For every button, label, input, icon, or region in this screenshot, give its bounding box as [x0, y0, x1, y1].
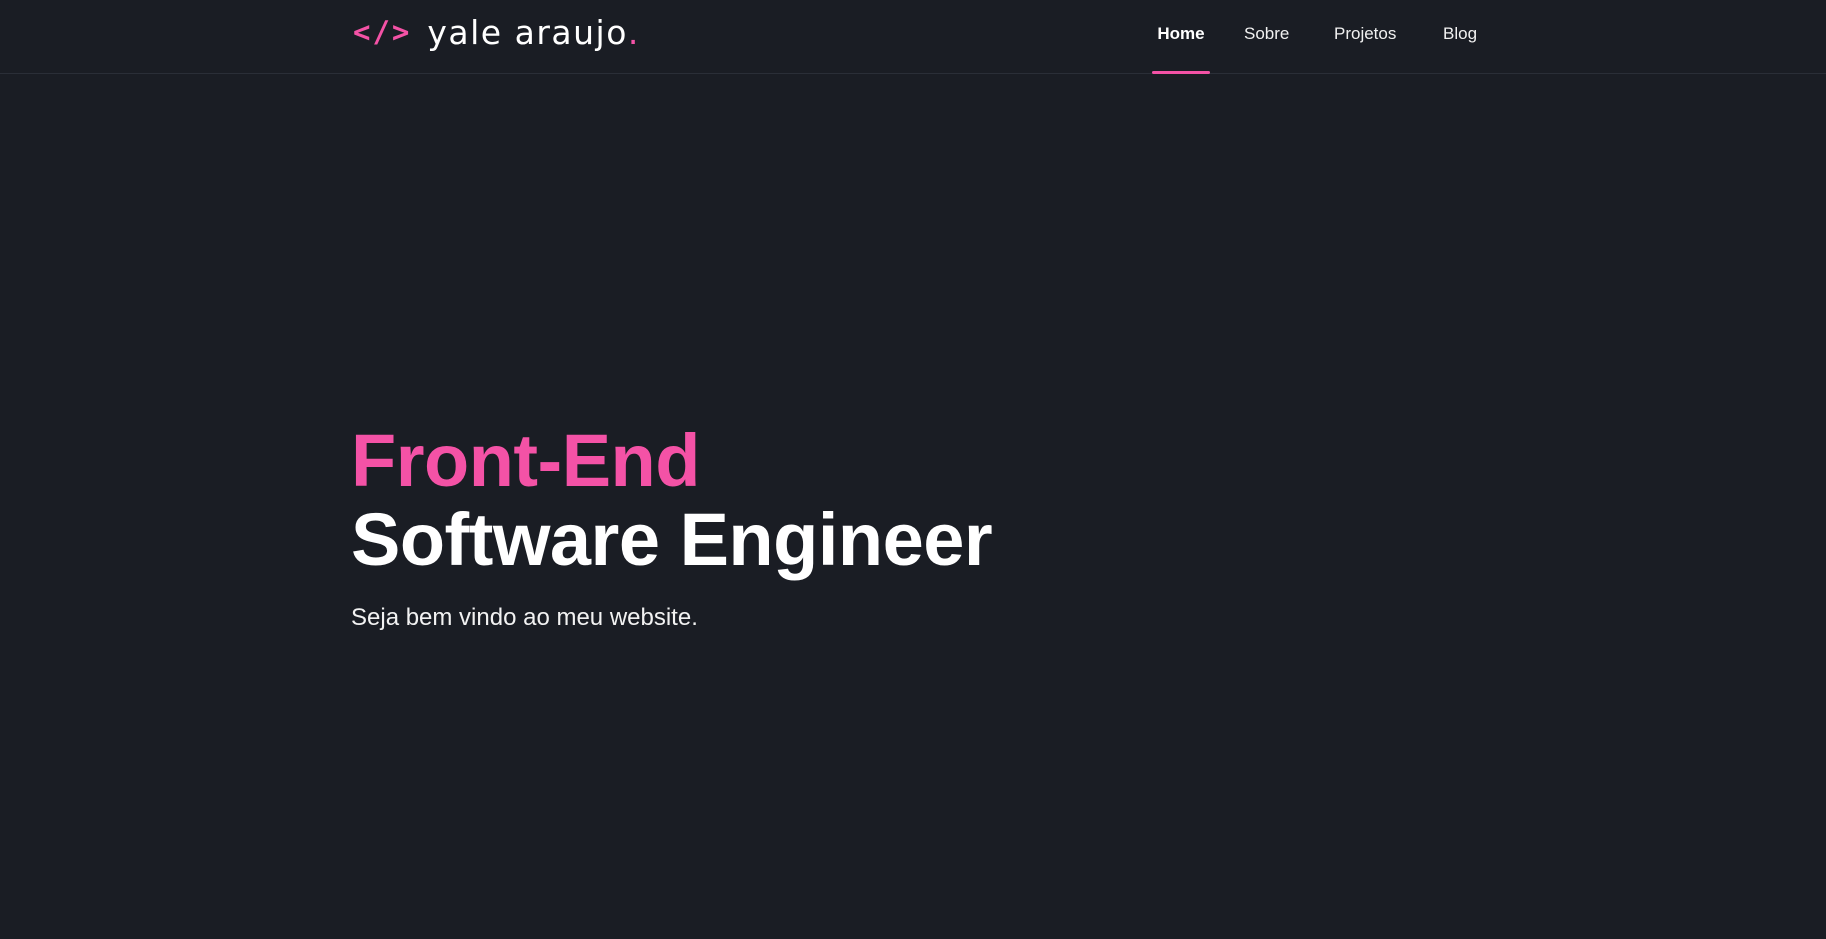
hero-section: Front-End Software Engineer Seja bem vin… [351, 419, 993, 656]
logo-link[interactable]: </> yale araujo. [353, 12, 638, 52]
hero-title: Software Engineer [351, 498, 993, 581]
logo-dot: . [627, 12, 639, 52]
nav-item-blog[interactable]: Blog [1443, 0, 1477, 74]
nav-item-home[interactable]: Home [1152, 0, 1210, 74]
site-header: </> yale araujo. Home Sobre Projetos Blo… [0, 0, 1826, 74]
code-brackets-icon: </> [353, 15, 412, 49]
nav-item-sobre[interactable]: Sobre [1244, 0, 1289, 74]
hero-subtitle: Seja bem vindo ao meu website. [351, 604, 698, 631]
nav-item-projetos[interactable]: Projetos [1334, 0, 1396, 74]
main-nav: Home Sobre Projetos Blog [1152, 0, 1477, 74]
hero-accent-heading: Front-End [351, 419, 700, 502]
logo-name: yale araujo [427, 12, 628, 52]
